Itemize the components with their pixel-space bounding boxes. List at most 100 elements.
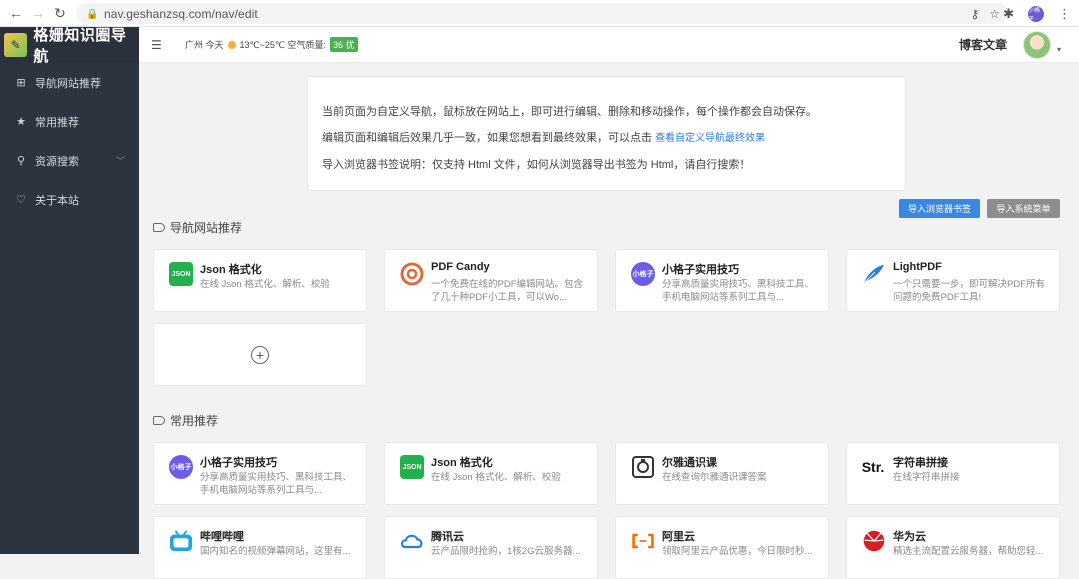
sidebar: ✎ 格姗知识圈导航 ⊞ 导航网站推荐 ★ 常用推荐 ⚲ 资源搜索 ﹀ ♡ 关于本… bbox=[0, 27, 139, 554]
sidebar-item-label: 常用推荐 bbox=[35, 116, 79, 129]
str-icon: Str. bbox=[861, 455, 885, 479]
reload-icon[interactable]: ↻ bbox=[49, 2, 71, 24]
forward-icon[interactable]: → bbox=[27, 2, 49, 24]
notice-line-2-text: 编辑页面和编辑后效果几乎一致，如果您想看到最终效果，可以点击 bbox=[322, 132, 652, 144]
notice-box: 当前页面为自定义导航，鼠标放在网站上，即可进行编辑、删除和移动操作，每个操作都会… bbox=[307, 76, 906, 191]
back-icon[interactable]: ← bbox=[5, 2, 27, 24]
card-desc: 精选主流配置云服务器，帮助您轻... bbox=[893, 546, 1044, 557]
sidebar-item-search[interactable]: ⚲ 资源搜索 ﹀ bbox=[0, 141, 139, 180]
card-title: 字符串拼接 bbox=[893, 457, 948, 469]
pdf-candy-icon bbox=[400, 262, 424, 286]
section-title-text: 导航网站推荐 bbox=[170, 221, 243, 235]
search-icon: ⚲ bbox=[16, 155, 26, 167]
key-icon[interactable]: ⚷ bbox=[970, 7, 979, 21]
import-system-menu-button[interactable]: 导入系统菜单 bbox=[987, 199, 1060, 218]
card-desc: 在线字符串拼接 bbox=[893, 472, 960, 483]
star-icon: ★ bbox=[16, 116, 26, 128]
erya-icon bbox=[631, 455, 655, 479]
card-title: Json 格式化 bbox=[431, 457, 493, 469]
card-title: Json 格式化 bbox=[200, 264, 262, 276]
site-card[interactable]: 尔雅通识课 在线查询尔雅通识课答案 bbox=[615, 442, 829, 505]
xiaogezi-icon: 小格子 bbox=[631, 262, 655, 286]
sun-icon bbox=[227, 40, 236, 49]
sidebar-item-about[interactable]: ♡ 关于本站 bbox=[0, 180, 139, 219]
card-desc: 领取阿里云产品优惠，今日限时秒... bbox=[662, 546, 813, 557]
site-card[interactable]: LightPDF 一个只需要一步，即可解决PDF所有问题的免费PDF工具! bbox=[846, 249, 1060, 312]
tag-icon bbox=[153, 223, 165, 232]
site-card[interactable]: 阿里云 领取阿里云产品优惠，今日限时秒... bbox=[615, 516, 829, 579]
card-title: LightPDF bbox=[893, 261, 942, 273]
tag-icon bbox=[153, 416, 165, 425]
blog-link[interactable]: 博客文章 bbox=[959, 36, 1007, 53]
site-card[interactable]: JSON Json 格式化 在线 Json 格式化、解析、校验 bbox=[384, 442, 598, 505]
notice-line-3: 导入浏览器书签说明：仅支持 Html 文件，如何从浏览器导出书签为 Html，请… bbox=[322, 159, 751, 171]
lock-icon: 🔒 bbox=[86, 8, 99, 20]
card-desc: 在线 Json 格式化、解析、校验 bbox=[431, 472, 561, 483]
card-title: 小格子实用技巧 bbox=[662, 264, 739, 276]
card-title: 华为云 bbox=[893, 531, 926, 543]
browser-toolbar: ← → ↻ 🔒 nav.geshanzsq.com/nav/edit ⚷ ☆ ✱… bbox=[0, 0, 1079, 27]
top-header: ☰ 广州 今天 13℃~25℃ 空气质量: 36 优 博客文章 ▾ bbox=[139, 27, 1079, 63]
sidebar-item-label: 关于本站 bbox=[35, 194, 79, 207]
profile-avatar[interactable]: 小格子 bbox=[1028, 5, 1044, 23]
brand-title: 格姗知识圈导航 bbox=[33, 27, 127, 65]
site-card[interactable]: 小格子 小格子实用技巧 分享高质量实用技巧、黑科技工具、手机电脑网站等系列工具与… bbox=[615, 249, 829, 312]
json-icon: JSON bbox=[400, 455, 424, 479]
card-desc: 一个免费在线的PDF编辑网站。包含了几十种PDF小工具，可以Wo... bbox=[431, 279, 584, 303]
xiaogezi-icon: 小格子 bbox=[169, 455, 193, 479]
heart-icon: ♡ bbox=[16, 194, 26, 206]
brand-logo-icon: ✎ bbox=[4, 33, 28, 57]
notice-line-2: 编辑页面和编辑后效果几乎一致，如果您想看到最终效果，可以点击 查看自定义导航最终… bbox=[322, 125, 905, 152]
site-card[interactable]: 小格子 小格子实用技巧 分享高质量实用技巧、黑科技工具、手机电脑网站等系列工具与… bbox=[153, 442, 367, 505]
card-title: 小格子实用技巧 bbox=[200, 457, 277, 469]
import-bookmarks-button[interactable]: 导入浏览器书签 bbox=[899, 199, 980, 218]
aliyun-icon bbox=[631, 529, 655, 553]
site-card[interactable]: 华为云 精选主流配置云服务器，帮助您轻... bbox=[846, 516, 1060, 579]
site-card[interactable]: JSON Json 格式化 在线 Json 格式化、解析、校验 bbox=[153, 249, 367, 312]
aqi-badge: 36 优 bbox=[330, 37, 358, 52]
card-desc: 国内知名的视频弹幕网站，这里有... bbox=[200, 546, 351, 557]
extensions-icon[interactable]: ✱ bbox=[1003, 6, 1014, 22]
card-title: 哔哩哔哩 bbox=[200, 531, 244, 543]
huawei-cloud-icon bbox=[862, 529, 886, 553]
sidebar-item-common[interactable]: ★ 常用推荐 bbox=[0, 102, 139, 141]
plus-icon: + bbox=[251, 345, 269, 364]
menu-toggle-icon[interactable]: ☰ bbox=[151, 38, 165, 52]
section-title: 导航网站推荐 bbox=[153, 219, 242, 236]
card-desc: 云产品限时抢购，1核2G云服务器... bbox=[431, 546, 581, 557]
card-desc: 在线 Json 格式化、解析、校验 bbox=[200, 279, 330, 290]
weather-temp: 13℃~25℃ 空气质量: bbox=[239, 40, 327, 50]
site-card[interactable]: 哔哩哔哩 国内知名的视频弹幕网站，这里有... bbox=[153, 516, 367, 579]
chevron-down-icon: ﹀ bbox=[115, 156, 125, 166]
section-title-text: 常用推荐 bbox=[170, 414, 219, 428]
card-desc: 分享高质量实用技巧、黑科技工具、手机电脑网站等系列工具与... bbox=[200, 472, 353, 496]
card-title: PDF Candy bbox=[431, 261, 490, 273]
weather-widget: 广州 今天 13℃~25℃ 空气质量: 36 优 bbox=[185, 37, 358, 52]
sidebar-item-label: 导航网站推荐 bbox=[35, 77, 101, 90]
add-site-card[interactable]: + bbox=[153, 323, 367, 386]
brand[interactable]: ✎ 格姗知识圈导航 bbox=[0, 27, 139, 65]
lightpdf-feather-icon bbox=[862, 262, 886, 286]
caret-down-icon[interactable]: ▾ bbox=[1057, 45, 1061, 54]
card-title: 阿里云 bbox=[662, 531, 695, 543]
address-bar[interactable]: 🔒 nav.geshanzsq.com/nav/edit ⚷ ☆ bbox=[76, 3, 1008, 24]
final-effect-link[interactable]: 查看自定义导航最终效果 bbox=[655, 133, 765, 144]
card-title: 腾讯云 bbox=[431, 531, 464, 543]
main-content: 当前页面为自定义导航，鼠标放在网站上，即可进行编辑、删除和移动操作，每个操作都会… bbox=[139, 63, 1079, 579]
bookmark-star-icon[interactable]: ☆ bbox=[989, 7, 1000, 21]
sidebar-item-label: 资源搜索 bbox=[35, 155, 79, 168]
url-text: nav.geshanzsq.com/nav/edit bbox=[104, 6, 258, 21]
more-menu-icon[interactable]: ⋮ bbox=[1058, 6, 1071, 22]
user-avatar[interactable] bbox=[1023, 31, 1051, 59]
site-card[interactable]: 腾讯云 云产品限时抢购，1核2G云服务器... bbox=[384, 516, 598, 579]
site-card[interactable]: Str. 字符串拼接 在线字符串拼接 bbox=[846, 442, 1060, 505]
card-desc: 一个只需要一步，即可解决PDF所有问题的免费PDF工具! bbox=[893, 279, 1046, 303]
card-desc: 在线查询尔雅通识课答案 bbox=[662, 472, 767, 483]
bilibili-icon bbox=[169, 529, 193, 553]
tencent-cloud-icon bbox=[400, 529, 424, 553]
sidebar-item-nav-recommend[interactable]: ⊞ 导航网站推荐 bbox=[0, 63, 139, 102]
weather-city: 广州 今天 bbox=[185, 40, 224, 50]
site-card[interactable]: PDF Candy 一个免费在线的PDF编辑网站。包含了几十种PDF小工具，可以… bbox=[384, 249, 598, 312]
grid-icon: ⊞ bbox=[16, 77, 26, 89]
notice-line-1: 当前页面为自定义导航，鼠标放在网站上，即可进行编辑、删除和移动操作，每个操作都会… bbox=[322, 106, 817, 118]
